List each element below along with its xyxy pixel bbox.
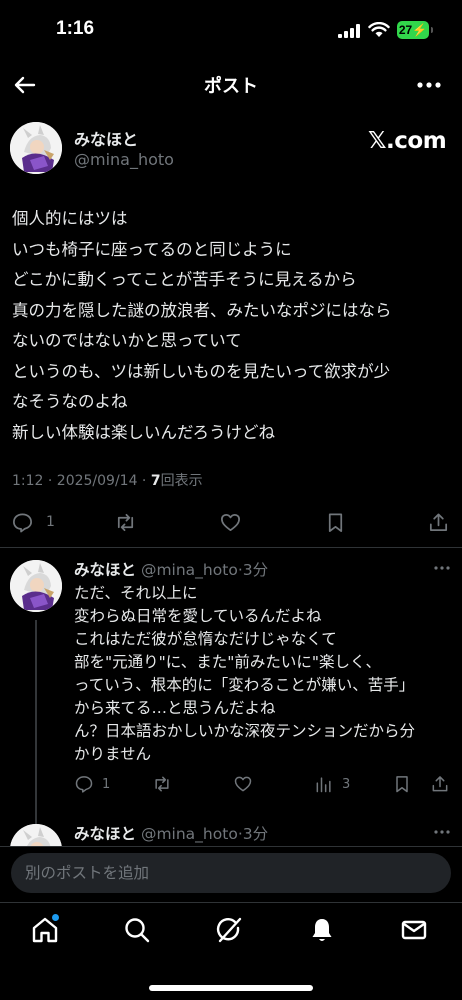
status-bar: 1:16 27⚡ [0,0,462,62]
tab-messages[interactable] [399,915,433,949]
tab-home[interactable] [30,914,64,949]
more-options-icon[interactable] [432,824,452,840]
avatar-illustration [10,824,62,846]
bookmark-button[interactable] [324,510,347,534]
author-handle[interactable]: @mina_hoto [141,825,238,843]
wifi-icon [368,22,390,37]
more-options-icon[interactable] [414,74,444,96]
post-text: 個人的にはツは いつも椅子に座ってるのと同じように どこかに動くってことが苦手そ… [12,204,452,448]
author-name[interactable]: みなほと [74,561,136,579]
reply-text: ただ、それ以上に 変わらぬ日常を愛しているんだよね これはただ彼が怠惰なだけじゃ… [74,582,454,766]
view-count: 3 [342,776,351,792]
share-icon [432,776,448,792]
reply-line: から来てる…と思うんだよね [74,699,276,717]
author-name[interactable]: みなほと [74,126,138,150]
heart-icon [221,513,240,531]
post-line: 新しい体験は楽しいんだろうけどね [12,422,276,442]
reply-post[interactable]: みなほと @mina_hoto·3分 [0,812,462,846]
post-timestamp: 1:12 · 2025/09/14 · [12,473,151,489]
search-icon [125,918,150,943]
author-handle[interactable]: @mina_hoto [74,150,174,169]
view-count: 7 [150,473,161,489]
reply-count: 1 [46,514,55,530]
post-line: いつも椅子に座ってるのと同じように [12,239,292,259]
author-name[interactable]: みなほと [74,825,136,843]
reply-line: ん？日本語おかしいかな深夜テンションだから分 [74,722,416,740]
reply-line: 変わらぬ日常を愛しているんだよね [74,607,322,625]
mail-icon [401,920,427,940]
thread-line [35,620,37,842]
post-line: 個人的にはツは [12,209,128,228]
repost-icon [117,513,134,531]
avatar-illustration [10,560,62,612]
post-line: というのも、ツは新しいものを見たいって欲求が少 [12,361,391,381]
reply-icon [75,776,93,793]
post-meta: 1:12 · 2025/09/14 · 7回表示 [12,470,203,490]
share-button[interactable] [430,774,450,794]
reply-icon [13,512,32,532]
post-line: 真の力を隠した謎の放浪者、みたいなポジにはなら [12,300,392,320]
compose-bar [0,846,462,902]
heart-icon [234,776,252,792]
tab-search[interactable] [122,915,156,949]
tab-grok[interactable] [214,915,248,949]
add-post-input[interactable] [11,853,451,893]
repost-icon [155,776,169,792]
post-line: どこかに動くってことが苦手そうに見えるから [12,270,357,289]
avatar[interactable] [10,122,62,174]
share-icon [429,512,448,531]
reply-line: これはただ彼が怠惰なだけじゃなくて [74,630,337,648]
battery-level: 27 [398,23,413,37]
views-button[interactable]: 3 [314,774,350,794]
avatar-illustration [10,122,62,174]
cellular-signal-icon [338,24,360,38]
home-indicator[interactable] [149,985,313,991]
reply-line: かりません [74,745,152,763]
reply-line: 部を"元通り"に、また"前みたいに"楽しく、 [74,653,382,671]
reply-button[interactable]: 1 [74,774,110,794]
bookmark-icon [396,776,408,793]
share-button[interactable] [427,510,450,534]
source-label: 𝕏.com [368,128,447,154]
bookmark-button[interactable] [392,774,412,794]
grok-icon [216,917,242,943]
bookmark-icon [328,512,343,532]
bell-icon [312,919,332,941]
post-line: ないのではないかと思っていて [12,331,242,350]
repost-button[interactable] [152,774,172,794]
reply-actions: 1 3 [74,772,454,798]
reply-count: 1 [102,776,111,792]
reply-line: ただ、それ以上に [74,584,198,602]
like-button[interactable] [219,510,242,534]
reply-line: っていう、根本的に「変わることが嫌い、苦手」 [74,676,415,694]
post-age: ·3分 [237,561,269,579]
like-button[interactable] [233,774,253,794]
notification-dot [52,914,59,921]
reply-header: みなほと @mina_hoto·3分 [74,822,268,844]
status-time: 1:16 [56,18,95,39]
header: ポスト [0,62,462,108]
post-age: ·3分 [237,825,269,843]
main-post: みなほと @mina_hoto 𝕏.com 個人的にはツは いつも椅子に座ってる… [0,108,462,548]
reply-post[interactable]: みなほと @mina_hoto·3分 ただ、それ以上に 変わらぬ日常を愛している… [0,548,462,842]
tab-notifications[interactable] [307,915,341,949]
post-line: なそうなのよね [12,392,128,411]
views-chart-icon [316,777,331,793]
more-options-icon[interactable] [432,560,452,576]
views-label: 回表示 [160,473,203,489]
reply-header: みなほと @mina_hoto·3分 [74,558,268,580]
author-handle[interactable]: @mina_hoto [141,561,238,579]
page-title: ポスト [204,76,258,97]
avatar[interactable] [10,824,62,846]
battery-indicator: 27⚡ [397,21,433,39]
tab-bar [0,902,462,1000]
repost-button[interactable] [114,510,137,534]
avatar[interactable] [10,560,62,612]
post-actions: 1 [0,506,462,538]
reply-button[interactable]: 1 [11,510,55,534]
